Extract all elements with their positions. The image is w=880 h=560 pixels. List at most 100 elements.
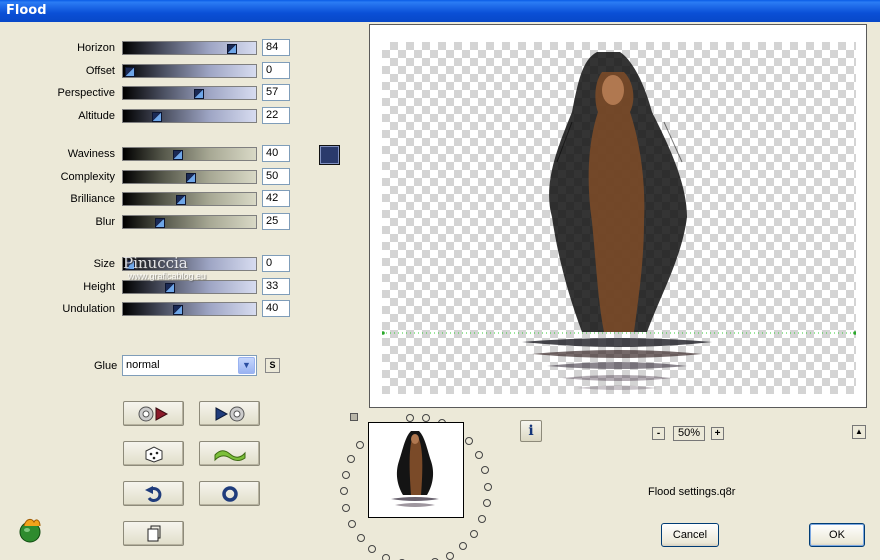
slider-row-blur: Blur 25 xyxy=(0,212,300,231)
save-preset-button[interactable] xyxy=(199,401,260,426)
navigator-ring-dot[interactable] xyxy=(483,499,491,507)
glue-s-button[interactable]: S xyxy=(265,358,280,373)
info-icon: i xyxy=(528,423,534,439)
slider-label-waviness: Waviness xyxy=(67,148,115,160)
copy-icon xyxy=(147,525,160,541)
navigator-ring-dot[interactable] xyxy=(484,483,492,491)
navigator-ring-dot[interactable] xyxy=(347,455,355,463)
slider-row-horizon: Horizon 84 xyxy=(0,39,300,57)
navigator-ring-dot[interactable] xyxy=(470,530,478,538)
slider-track-altitude[interactable] xyxy=(122,108,257,123)
wave-button[interactable] xyxy=(199,441,260,466)
slider-track-offset[interactable] xyxy=(122,63,257,78)
navigator-ring-dot[interactable] xyxy=(356,441,364,449)
glue-selected-value: normal xyxy=(126,359,160,371)
navigator-ring-dot[interactable] xyxy=(348,520,356,528)
collapse-button[interactable]: ▲ xyxy=(852,425,866,439)
slider-track-horizon[interactable] xyxy=(122,41,257,55)
wave-icon xyxy=(214,449,245,461)
title-bar: Flood xyxy=(0,0,880,22)
slider-thumb-altitude[interactable] xyxy=(152,111,162,122)
preview-image xyxy=(382,52,856,390)
slider-value-complexity[interactable]: 50 xyxy=(262,167,290,185)
slider-thumb-waviness[interactable] xyxy=(173,150,183,160)
slider-track-waviness[interactable] xyxy=(122,147,257,161)
slider-thumb-complexity[interactable] xyxy=(186,172,196,183)
slider-track-blur[interactable] xyxy=(122,214,257,229)
slider-value-horizon[interactable]: 84 xyxy=(262,39,290,56)
slider-row-perspective: Perspective 57 xyxy=(0,84,300,102)
slider-value-blur[interactable]: 25 xyxy=(262,212,290,230)
cancel-button[interactable]: Cancel xyxy=(661,523,719,547)
chevron-up-icon: ▲ xyxy=(855,427,863,436)
flood-color-swatch[interactable] xyxy=(319,145,340,165)
slider-label-height: Height xyxy=(83,280,115,293)
slider-track-height[interactable] xyxy=(122,279,257,294)
slider-track-perspective[interactable] xyxy=(122,86,257,100)
navigator-ring-dot[interactable] xyxy=(478,515,486,523)
load-preset-button[interactable] xyxy=(123,401,184,426)
slider-value-brilliance[interactable]: 42 xyxy=(262,190,290,207)
slider-value-perspective[interactable]: 57 xyxy=(262,84,290,101)
slider-value-altitude[interactable]: 22 xyxy=(262,106,290,124)
navigator-handle[interactable] xyxy=(350,413,358,421)
navigator-ring-dot[interactable] xyxy=(481,466,489,474)
slider-thumb-perspective[interactable] xyxy=(194,89,204,99)
navigator-ring-dot[interactable] xyxy=(475,451,483,459)
slider-label-altitude: Altitude xyxy=(78,109,115,122)
zoom-in-button[interactable]: + xyxy=(711,427,724,440)
slider-thumb-offset[interactable] xyxy=(125,66,135,77)
chevron-down-icon[interactable]: ▼ xyxy=(238,357,255,374)
slider-value-undulation[interactable]: 40 xyxy=(262,300,290,317)
navigator-ring-dot[interactable] xyxy=(465,437,473,445)
slider-value-height[interactable]: 33 xyxy=(262,277,290,295)
reset-button[interactable] xyxy=(199,481,260,506)
slider-thumb-blur[interactable] xyxy=(155,217,165,228)
app-logo-icon xyxy=(19,518,41,543)
watermark-name: Pinuccia xyxy=(123,254,188,272)
watermark-url: www.graficablog.eu xyxy=(128,271,207,281)
ok-button[interactable]: OK xyxy=(809,523,865,547)
glue-select[interactable]: normal ▼ xyxy=(122,355,257,376)
slider-label-brilliance: Brilliance xyxy=(70,193,115,205)
copy-button[interactable] xyxy=(123,521,184,546)
navigator-ring-dot[interactable] xyxy=(342,471,350,479)
navigator-ring-dot[interactable] xyxy=(368,545,376,553)
slider-value-offset[interactable]: 0 xyxy=(262,61,290,79)
navigator-ring-dot[interactable] xyxy=(422,414,430,422)
slider-row-undulation: Undulation 40 xyxy=(0,300,300,318)
navigator-ring-dot[interactable] xyxy=(342,504,350,512)
zoom-out-button[interactable]: - xyxy=(652,427,665,440)
save-preset-icon xyxy=(215,406,244,421)
slider-row-waviness: Waviness 40 xyxy=(0,145,300,163)
randomize-icon xyxy=(145,445,162,463)
info-button[interactable]: i xyxy=(520,420,542,442)
slider-row-offset: Offset 0 xyxy=(0,61,300,80)
navigator-ring-dot[interactable] xyxy=(382,554,390,560)
reset-icon xyxy=(221,485,238,502)
window-title: Flood xyxy=(6,3,47,18)
slider-thumb-undulation[interactable] xyxy=(173,305,183,315)
navigator-ring-dot[interactable] xyxy=(340,487,348,495)
slider-track-undulation[interactable] xyxy=(122,302,257,316)
slider-value-waviness[interactable]: 40 xyxy=(262,145,290,162)
randomize-button[interactable] xyxy=(123,441,184,466)
zoom-level: 50% xyxy=(673,426,705,441)
navigator-ring-dot[interactable] xyxy=(446,552,454,560)
slider-row-brilliance: Brilliance 42 xyxy=(0,190,300,208)
navigator-ring-dot[interactable] xyxy=(357,534,365,542)
slider-label-blur: Blur xyxy=(95,215,115,228)
navigator-ring-dot[interactable] xyxy=(459,542,467,550)
slider-row-complexity: Complexity 50 xyxy=(0,167,300,186)
slider-track-brilliance[interactable] xyxy=(122,192,257,206)
slider-thumb-height[interactable] xyxy=(165,282,175,293)
undo-button[interactable] xyxy=(123,481,184,506)
slider-thumb-brilliance[interactable] xyxy=(176,195,186,205)
navigator-thumbnail[interactable] xyxy=(368,422,464,518)
preview-panel[interactable] xyxy=(369,24,867,408)
slider-thumb-horizon[interactable] xyxy=(227,44,237,54)
preview-canvas[interactable] xyxy=(382,42,856,394)
navigator-ring-dot[interactable] xyxy=(406,414,414,422)
slider-track-complexity[interactable] xyxy=(122,169,257,184)
slider-value-size[interactable]: 0 xyxy=(262,255,290,272)
